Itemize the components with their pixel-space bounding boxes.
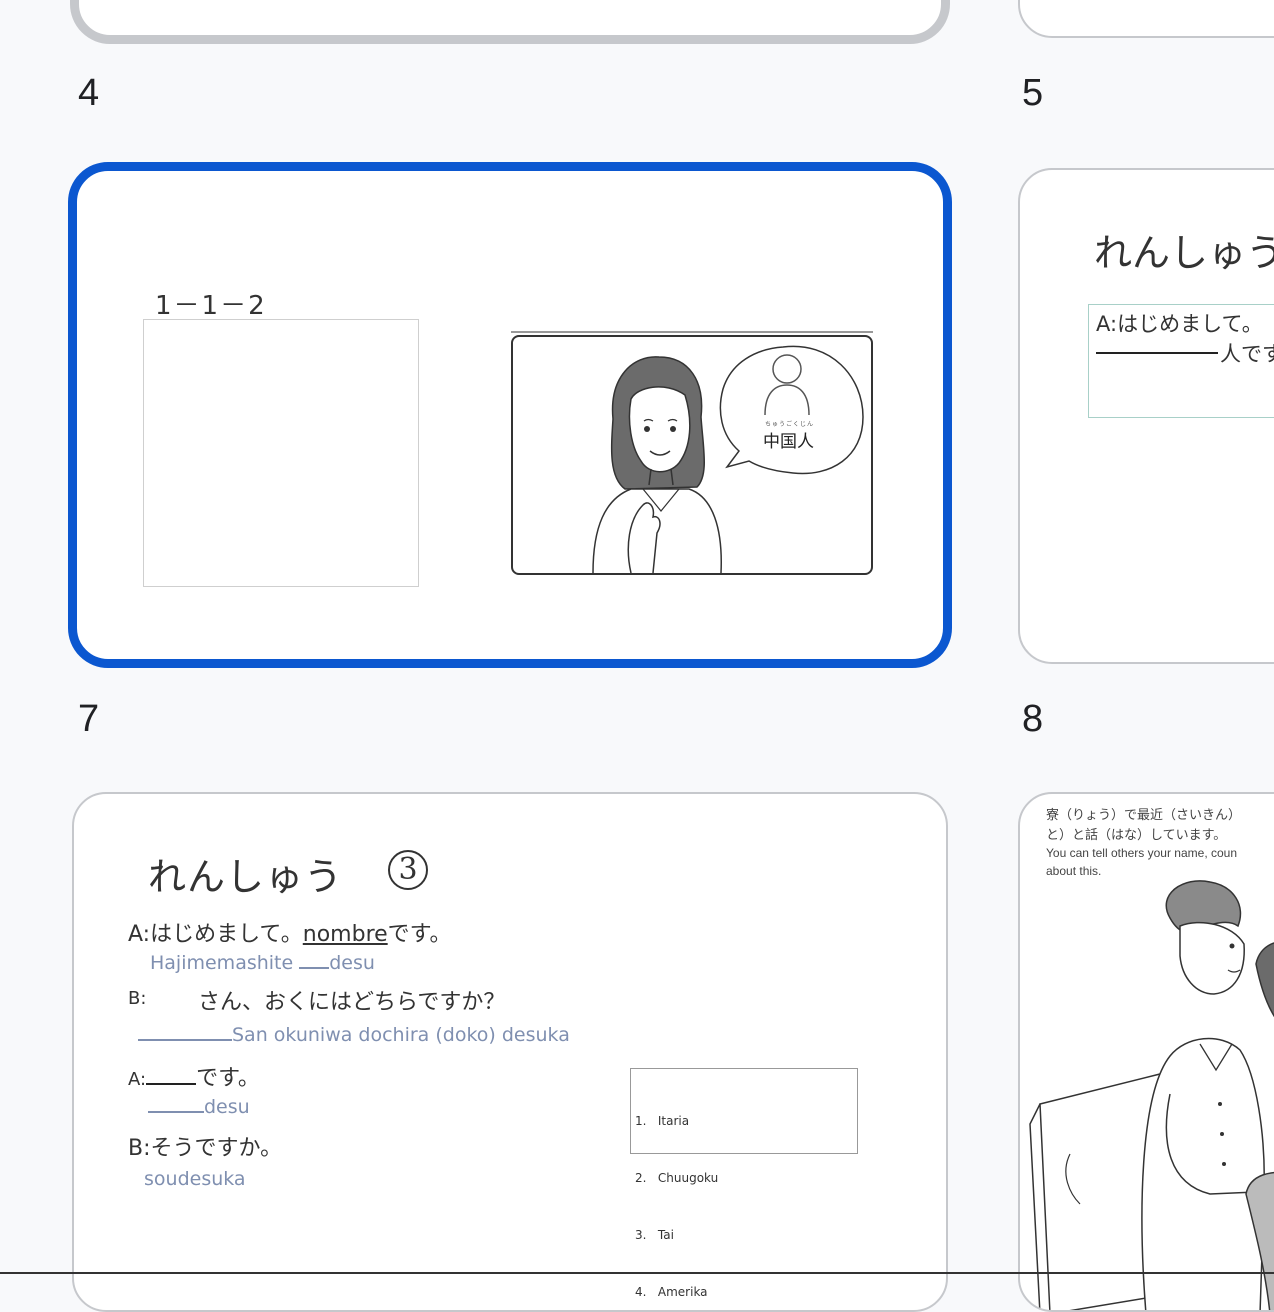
circled-number: 3 xyxy=(388,850,428,890)
dialogue-a1-word: nombre xyxy=(302,922,388,947)
slide-label: 1－1－2 xyxy=(155,291,267,321)
illustration-top-line xyxy=(511,331,873,333)
romaji-text: San okuniwa dochira (doko) desuka xyxy=(232,1024,570,1046)
dialogue-a1-romaji: Hajimemashite desu xyxy=(150,952,375,974)
slide-thumbnail-8[interactable]: 寮（りょう）で最近（さいきん） と）と話（はな）しています。 You can t… xyxy=(1018,792,1274,1312)
dialogue-a1-prefix: A:はじめまして。 xyxy=(128,922,303,947)
dialogue-a2-romaji: desu xyxy=(148,1096,250,1118)
dialogue-b1: さん、おくにはどちらですか？ xyxy=(198,990,506,1015)
slide-title: れんしゅう xyxy=(148,855,344,899)
dialogue-a2-label: A: xyxy=(128,1069,147,1090)
dialogue-a2: A: です。 xyxy=(128,1060,260,1092)
romaji-blank xyxy=(148,1111,204,1113)
slide-title: れんしゅう xyxy=(1094,231,1274,275)
dialogue-a2-text: です。 xyxy=(196,1066,260,1091)
option-item: 2. Chuugoku xyxy=(635,1171,719,1185)
dialogue-b1-label: B: xyxy=(128,988,147,1009)
romaji-pre: Hajimemashite xyxy=(150,952,294,974)
romaji-text: desu xyxy=(204,1096,250,1118)
woman-illustration-frame: ちゅうごくじん 中国人 xyxy=(511,335,873,575)
image-placeholder-box xyxy=(143,319,419,587)
people-on-sofa-illustration-icon xyxy=(1029,880,1274,1310)
dialogue-a2-blank xyxy=(146,1083,197,1085)
slide-thumbnail-7[interactable]: れんしゅう 3 A:はじめまして。nombreです。 Hajimemashite… xyxy=(72,792,948,1312)
options-box: 1. Itaria 2. Chuugoku 3. Tai 4. Amerika xyxy=(630,1068,858,1299)
romaji-blank xyxy=(299,967,330,969)
romaji-post: desu xyxy=(329,952,375,974)
slide-text-en: You can tell others your name, coun xyxy=(1046,846,1238,860)
dialogue-a1: A:はじめまして。nombreです。 xyxy=(128,916,451,948)
slide-thumbnail-4[interactable]: 1－1－2 ちゅうごくじん 中国人 xyxy=(68,162,952,668)
dialogue-a1-suffix: です。 xyxy=(387,922,452,947)
slide-text-jp: と）と話（はな）しています。 xyxy=(1046,828,1227,843)
dialogue-line: 人です xyxy=(1220,342,1274,366)
dialogue-line-blank xyxy=(1096,332,1218,354)
slide-thumbnail-5[interactable]: れんしゅう A:はじめまして。 人です xyxy=(1018,168,1274,664)
option-item: 3. Tai xyxy=(635,1228,674,1242)
slide-number: 7 xyxy=(78,698,100,740)
slide-thumbnail-previous-left[interactable] xyxy=(70,0,950,44)
slide-number: 8 xyxy=(1022,698,1044,740)
romaji-blank xyxy=(138,1039,232,1041)
slide-thumbnail-previous-right[interactable] xyxy=(1018,0,1274,38)
dialogue-b1-romaji: San okuniwa dochira (doko) desuka xyxy=(138,1024,570,1046)
dialogue-b2: B:そうですか。 xyxy=(128,1136,283,1161)
woman-illustration-icon xyxy=(592,345,864,573)
slide-text-jp: 寮（りょう）で最近（さいきん） xyxy=(1046,808,1242,823)
slide-number: 4 xyxy=(78,72,100,114)
dialogue-b2-romaji: soudesuka xyxy=(144,1168,246,1190)
slide-number: 5 xyxy=(1022,72,1044,114)
illustration-caption: 中国人 xyxy=(763,432,814,452)
option-item: 4. Amerika xyxy=(635,1285,708,1299)
option-item: 1. Itaria xyxy=(635,1114,690,1128)
